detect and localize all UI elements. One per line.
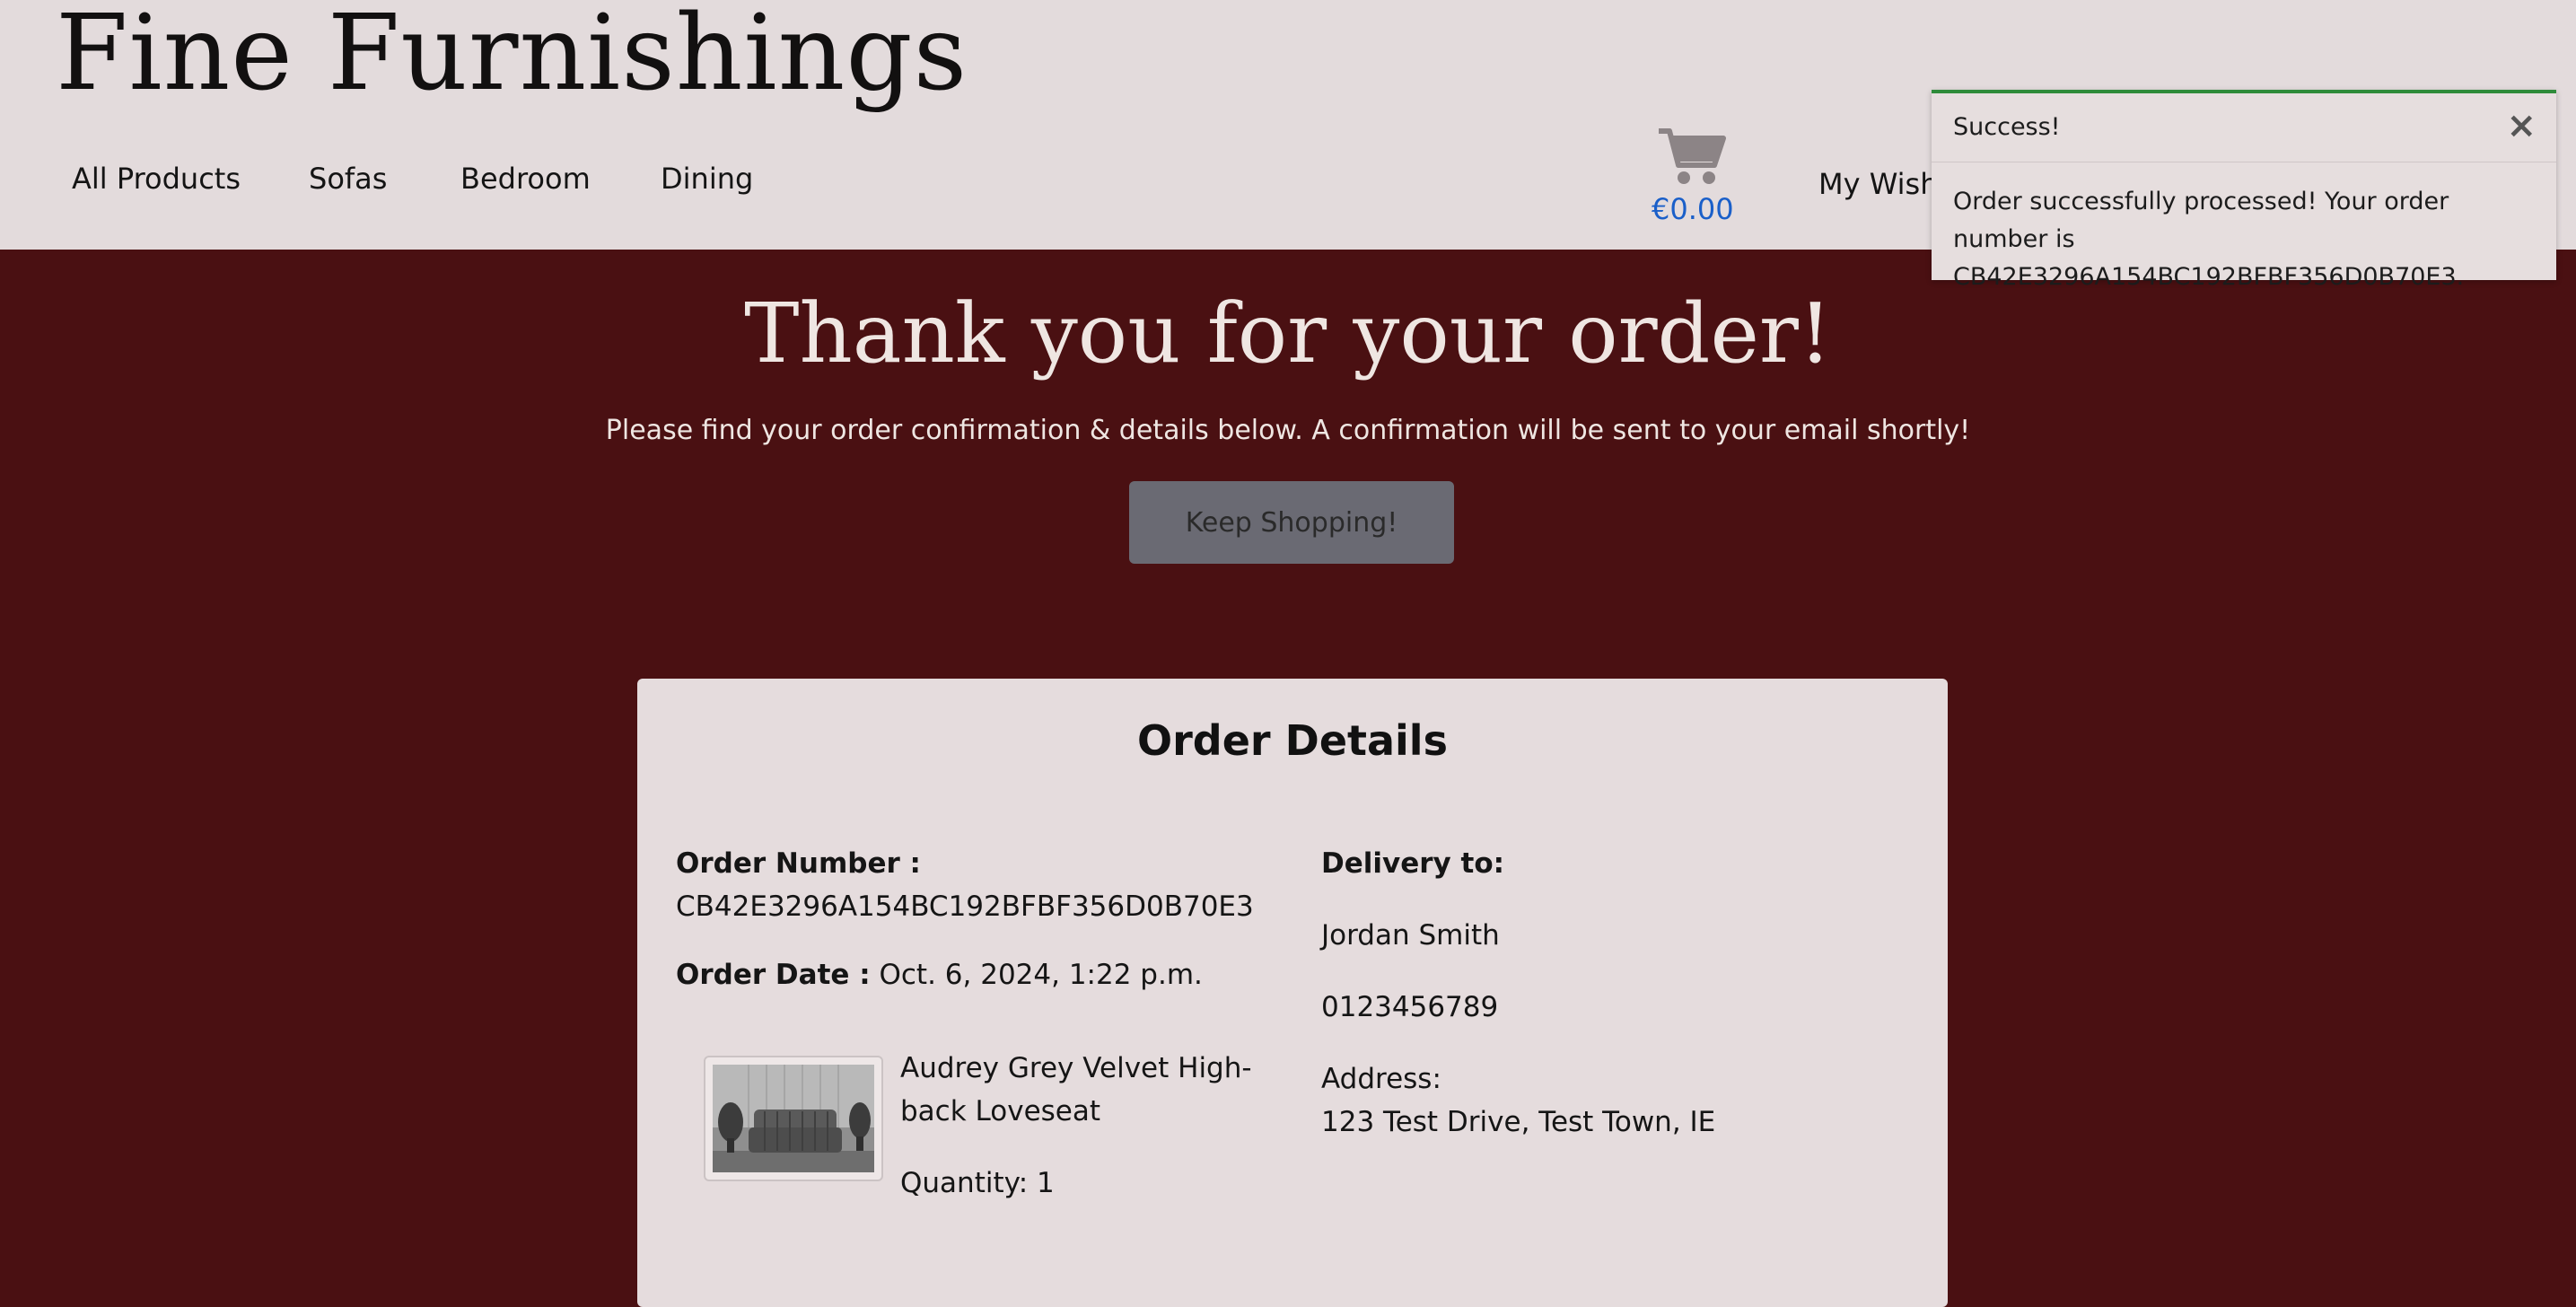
order-number: CB42E3296A154BC192BFBF356D0B70E3	[676, 890, 1254, 923]
order-details-card: Order Details Order Number : CB42E3296A1…	[637, 679, 1948, 1307]
keep-shopping-button[interactable]: Keep Shopping!	[1129, 481, 1454, 564]
cart-icon	[1659, 128, 1726, 184]
product-name-line-1[interactable]: Audrey Grey Velvet High-	[900, 1047, 1252, 1090]
order-date-row: Order Date : Oct. 6, 2024, 1:22 p.m.	[676, 953, 1203, 996]
product-thumbnail[interactable]	[704, 1056, 883, 1181]
close-icon[interactable]: ×	[2506, 108, 2537, 144]
brand-logo[interactable]: Fine Furnishings	[56, 0, 968, 114]
nav-all-products[interactable]: All Products	[72, 162, 241, 196]
toast-title: Success!	[1953, 113, 2061, 141]
order-number-label: Order Number :	[676, 847, 921, 880]
toast-header: Success! ×	[1932, 93, 2556, 162]
delivery-label: Delivery to:	[1321, 847, 1505, 880]
nav-wishlist[interactable]: My Wishl	[1818, 167, 1946, 201]
page-subtitle: Please find your order confirmation & de…	[605, 415, 1971, 446]
nav-dining[interactable]: Dining	[661, 162, 753, 196]
delivery-name: Jordan Smith	[1321, 919, 1500, 952]
delivery-address: 123 Test Drive, Test Town, IE	[1321, 1106, 1716, 1138]
toast-message: Order successfully processed! Your order…	[1953, 188, 2465, 291]
page-title: Thank you for your order!	[744, 285, 1832, 382]
product-image	[713, 1065, 874, 1172]
cart-button[interactable]: €0.00	[1652, 126, 1734, 226]
order-date-label: Order Date :	[676, 959, 871, 991]
nav-sofas[interactable]: Sofas	[309, 162, 387, 196]
product-name-line-2[interactable]: back Loveseat	[900, 1090, 1100, 1133]
nav-bedroom[interactable]: Bedroom	[460, 162, 591, 196]
product-quantity: Quantity: 1	[900, 1167, 1055, 1199]
delivery-phone: 0123456789	[1321, 991, 1499, 1023]
address-label: Address:	[1321, 1063, 1441, 1095]
success-toast: Success! × Order successfully processed!…	[1932, 90, 2556, 291]
cart-total[interactable]: €0.00	[1652, 192, 1734, 226]
order-date: Oct. 6, 2024, 1:22 p.m.	[879, 959, 1203, 991]
order-details-title: Order Details	[1137, 716, 1448, 765]
